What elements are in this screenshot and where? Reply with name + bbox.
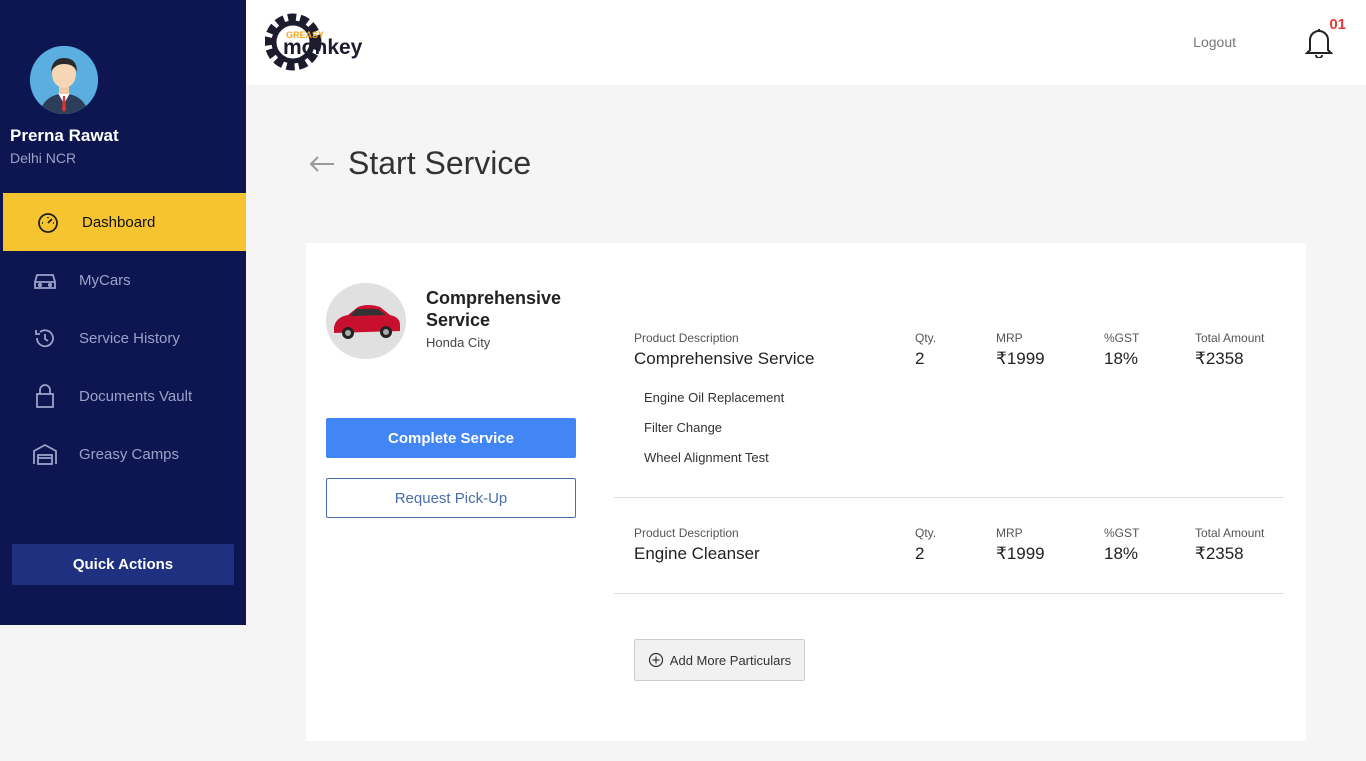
qty-column: Qty. 2 xyxy=(915,526,936,564)
sidebar-item-mycars[interactable]: MyCars xyxy=(0,251,246,309)
sidebar-nav: Dashboard MyCars Service History Documen… xyxy=(0,193,246,483)
service-name: Comprehensive Service xyxy=(426,288,562,330)
notification-count-badge: 01 xyxy=(1329,16,1346,33)
column-label: %GST xyxy=(1104,526,1140,540)
gst-column: %GST 18% xyxy=(1104,331,1139,369)
qty-value: 2 xyxy=(915,349,925,368)
sub-item: Wheel Alignment Test xyxy=(644,450,769,465)
garage-icon xyxy=(32,441,58,467)
sidebar-item-dashboard[interactable]: Dashboard xyxy=(3,193,246,251)
line-item: Product Description Comprehensive Servic… xyxy=(614,331,1284,498)
total-value: ₹2358 xyxy=(1195,349,1244,368)
car-icon xyxy=(32,267,58,293)
top-header: GREASY monkey Logout 01 xyxy=(246,0,1366,85)
mrp-column: MRP ₹1999 xyxy=(996,526,1045,564)
quick-actions-button[interactable]: Quick Actions xyxy=(12,544,234,585)
sidebar-item-label: MyCars xyxy=(79,271,131,289)
gst-value: 18% xyxy=(1104,544,1139,563)
sidebar-item-service-history[interactable]: Service History xyxy=(0,309,246,367)
qty-value: 2 xyxy=(915,544,925,563)
sidebar-item-label: Greasy Camps xyxy=(79,445,180,463)
logout-link[interactable]: Logout xyxy=(1193,34,1236,50)
gst-value: 18% xyxy=(1104,349,1139,368)
qty-column: Qty. 2 xyxy=(915,331,936,369)
speedometer-icon xyxy=(35,209,61,235)
total-column: Total Amount ₹2358 xyxy=(1195,526,1264,564)
gst-column: %GST 18% xyxy=(1104,526,1139,564)
sidebar-item-label: Service History xyxy=(79,329,180,347)
service-card: Comprehensive Service Honda City Complet… xyxy=(306,243,1306,741)
sub-item: Filter Change xyxy=(644,420,723,435)
total-value: ₹2358 xyxy=(1195,544,1244,563)
lock-icon xyxy=(32,383,58,409)
add-more-label: Add More Particulars xyxy=(669,652,792,668)
complete-service-button[interactable]: Complete Service xyxy=(326,418,576,458)
column-label: Total Amount xyxy=(1195,526,1265,540)
mrp-value: ₹1999 xyxy=(996,544,1045,563)
product-description: Engine Cleanser xyxy=(634,544,760,563)
request-pickup-button[interactable]: Request Pick-Up xyxy=(326,478,576,518)
user-name: Prerna Rawat xyxy=(10,126,119,145)
column-label: Total Amount xyxy=(1195,331,1265,345)
sidebar-item-label: Documents Vault xyxy=(79,387,193,405)
user-location: Delhi NCR xyxy=(10,150,77,166)
plus-circle-icon xyxy=(648,652,663,668)
column-label: Qty. xyxy=(915,526,937,540)
column-label: MRP xyxy=(996,526,1023,540)
column-label: Product Description xyxy=(634,526,739,540)
column-label: MRP xyxy=(996,331,1023,345)
history-icon xyxy=(32,325,58,351)
sidebar-item-label: Dashboard xyxy=(82,213,156,231)
car-model: Honda City xyxy=(426,335,491,350)
total-column: Total Amount ₹2358 xyxy=(1195,331,1264,369)
description-column: Product Description Comprehensive Servic… xyxy=(634,331,814,369)
mrp-value: ₹1999 xyxy=(996,349,1045,368)
sidebar: Prerna Rawat Delhi NCR Dashboard MyCars … xyxy=(0,0,246,625)
column-label: Qty. xyxy=(915,331,937,345)
logo-main-text: monkey xyxy=(283,36,363,59)
sub-items-list: Engine Oil Replacement Filter Change Whe… xyxy=(644,383,784,473)
sidebar-item-greasy-camps[interactable]: Greasy Camps xyxy=(0,425,246,483)
page-title: Start Service xyxy=(348,145,532,181)
mrp-column: MRP ₹1999 xyxy=(996,331,1045,369)
column-label: %GST xyxy=(1104,331,1140,345)
add-more-particulars-button[interactable]: Add More Particulars xyxy=(634,639,805,681)
line-item: Product Description Engine Cleanser Qty.… xyxy=(614,526,1284,594)
sidebar-item-documents-vault[interactable]: Documents Vault xyxy=(0,367,246,425)
back-arrow-icon[interactable] xyxy=(308,150,336,178)
sub-item: Engine Oil Replacement xyxy=(644,390,785,405)
greasy-monkey-logo[interactable]: GREASY monkey xyxy=(264,9,375,75)
description-column: Product Description Engine Cleanser xyxy=(634,526,760,564)
car-image xyxy=(326,283,406,359)
column-label: Product Description xyxy=(634,331,739,345)
user-avatar[interactable] xyxy=(30,46,98,114)
product-description: Comprehensive Service xyxy=(634,349,815,368)
